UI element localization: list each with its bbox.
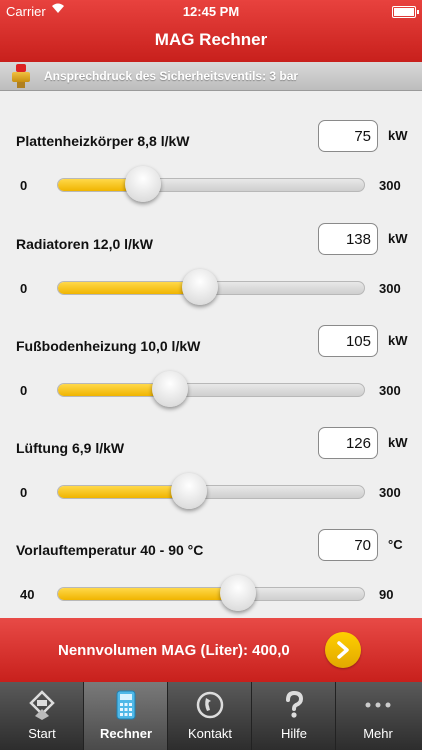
- row-vorlauftemperatur: Vorlauftemperatur 40 - 90 °C 70 °C 40 90: [0, 524, 422, 624]
- row-label: Vorlauftemperatur 40 - 90 °C: [16, 542, 204, 558]
- unit-label: kW: [388, 435, 408, 450]
- slider-min-label: 0: [20, 178, 28, 193]
- value-text: 70: [354, 537, 371, 554]
- slider-thumb[interactable]: [125, 166, 161, 202]
- value-field[interactable]: 105: [318, 325, 378, 357]
- value-field[interactable]: 70: [318, 529, 378, 561]
- pressure-info-bar: Ansprechdruck des Sicherheitsventils: 3 …: [0, 62, 422, 91]
- result-go-button[interactable]: [325, 632, 361, 668]
- value-field[interactable]: 138: [318, 223, 378, 255]
- row-fussbodenheizung: Fußbodenheizung 10,0 l/kW 105 kW 0 300: [0, 320, 422, 420]
- slider-track[interactable]: [57, 485, 365, 499]
- row-radiatoren: Radiatoren 12,0 l/kW 138 kW 0 300: [0, 218, 422, 318]
- slider-max-label: 90: [379, 587, 394, 602]
- slider-thumb[interactable]: [182, 269, 219, 305]
- safety-valve-icon: [8, 64, 34, 88]
- slider-fill: [58, 588, 240, 600]
- slider-fill: [58, 282, 202, 294]
- row-label: Lüftung 6,9 l/kW: [16, 440, 125, 456]
- pressure-info-text: Ansprechdruck des Sicherheitsventils: 3 …: [44, 69, 299, 83]
- tab-mehr[interactable]: Mehr: [336, 682, 420, 750]
- page-title: MAG Rechner: [154, 30, 268, 49]
- phone-icon: [195, 690, 225, 720]
- unit-label: kW: [388, 128, 408, 143]
- slider-max-label: 300: [379, 383, 401, 398]
- start-logo-icon: [27, 690, 57, 720]
- slider-track[interactable]: [57, 383, 365, 397]
- value-field[interactable]: 126: [318, 427, 378, 459]
- slider-track[interactable]: [57, 587, 365, 601]
- tab-label: Kontakt: [187, 726, 233, 741]
- value-text: 105: [345, 333, 371, 350]
- tab-label: Rechner: [99, 726, 153, 741]
- tab-rechner[interactable]: Rechner: [84, 682, 168, 750]
- result-bar: Nennvolumen MAG (Liter): 400,0: [0, 618, 422, 682]
- unit-label: kW: [388, 333, 408, 348]
- unit-label: °C: [388, 537, 403, 552]
- status-bar: Carrier 12:45 PM: [0, 0, 422, 22]
- tab-hilfe[interactable]: Hilfe: [252, 682, 336, 750]
- value-field[interactable]: 75: [318, 120, 378, 152]
- tab-label: Start: [28, 726, 56, 741]
- slider-min-label: 0: [20, 383, 28, 398]
- row-lueftung: Lüftung 6,9 l/kW 126 kW 0 300: [0, 422, 422, 522]
- more-dots-icon: [363, 690, 393, 720]
- slider-thumb[interactable]: [220, 575, 257, 611]
- header: Carrier 12:45 PM MAG Rechner: [0, 0, 422, 62]
- slider-max-label: 300: [379, 281, 401, 296]
- tab-label: Hilfe: [280, 726, 307, 741]
- slider-thumb[interactable]: [171, 473, 208, 509]
- tab-start[interactable]: Start: [0, 682, 84, 750]
- slider-max-label: 300: [379, 485, 401, 500]
- slider-track[interactable]: [57, 178, 365, 192]
- tab-label: Mehr: [363, 726, 393, 741]
- row-label: Fußbodenheizung 10,0 l/kW: [16, 338, 201, 354]
- calculator-icon: [111, 690, 141, 720]
- value-text: 138: [345, 231, 371, 248]
- row-label: Plattenheizkörper 8,8 l/kW: [16, 133, 190, 149]
- slider-min-label: 40: [20, 587, 35, 602]
- tab-kontakt[interactable]: Kontakt: [168, 682, 252, 750]
- chevron-right-icon: [337, 641, 349, 659]
- slider-min-label: 0: [20, 281, 28, 296]
- row-plattenheizkoerper: Plattenheizkörper 8,8 l/kW 75 kW 0 300: [0, 115, 422, 215]
- battery-icon: [392, 6, 419, 18]
- value-text: 126: [345, 435, 371, 452]
- slider-thumb[interactable]: [152, 371, 189, 407]
- result-text: Nennvolumen MAG (Liter): 400,0: [58, 642, 290, 659]
- row-label: Radiatoren 12,0 l/kW: [16, 236, 153, 252]
- slider-max-label: 300: [379, 178, 401, 193]
- slider-min-label: 0: [20, 485, 28, 500]
- tab-bar: Start Rechner Kontakt Hilfe Mehr: [0, 682, 422, 750]
- unit-label: kW: [388, 231, 408, 246]
- question-icon: [279, 690, 309, 720]
- value-text: 75: [354, 128, 371, 145]
- clock: 12:45 PM: [182, 4, 240, 19]
